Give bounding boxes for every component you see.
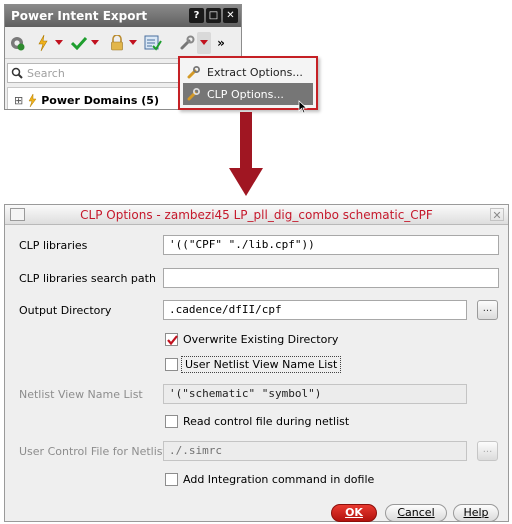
netlist-view-name-list-label: Netlist View Name List xyxy=(19,388,143,401)
check-icon xyxy=(167,335,178,346)
checkbox-box[interactable] xyxy=(165,358,178,371)
checkbox-box[interactable] xyxy=(165,415,178,428)
wrench-dropdown-icon[interactable] xyxy=(197,31,211,54)
search-placeholder: Search xyxy=(27,66,65,80)
help-button-label: Help xyxy=(463,506,489,519)
clp-search-path-label: CLP libraries search path xyxy=(19,272,156,285)
tree-item-power-domains[interactable]: Power Domains (5) xyxy=(41,94,159,107)
close-icon[interactable]: ✕ xyxy=(490,208,504,222)
cancel-button-label: Cancel xyxy=(397,506,435,519)
checkmark-icon[interactable] xyxy=(69,32,89,54)
output-directory-field[interactable]: .cadence/dfII/cpf xyxy=(163,300,467,320)
menu-item-label: CLP Options... xyxy=(207,87,284,101)
wrench-icon[interactable] xyxy=(177,32,197,54)
down-arrow-icon xyxy=(229,112,263,196)
options-dropdown-menu: Extract Options... CLP Options... xyxy=(178,56,318,110)
clp-libraries-label: CLP libraries xyxy=(19,239,88,252)
wrench-icon xyxy=(187,66,200,79)
tree-expander-icon[interactable]: ⊞ xyxy=(14,94,23,107)
dialog-title-bar: CLP Options - zambezi45 LP_pll_dig_combo… xyxy=(5,205,508,225)
output-directory-label: Output Directory xyxy=(19,304,112,317)
check-dropdown-icon[interactable] xyxy=(89,32,101,54)
toolbar-overflow-icon[interactable]: » xyxy=(215,32,227,54)
checkbox-label: Read control file during netlist xyxy=(183,415,350,428)
user-netlist-view-checkbox[interactable]: User Netlist View Name List xyxy=(165,356,342,373)
checkbox-box[interactable] xyxy=(165,473,178,486)
restore-window-button[interactable]: □ xyxy=(206,8,221,23)
user-control-file-browse-button[interactable]: ... xyxy=(477,441,498,461)
export-list-icon[interactable] xyxy=(143,32,163,54)
dialog-title: CLP Options - zambezi45 LP_pll_dig_combo… xyxy=(80,208,433,222)
cancel-button[interactable]: Cancel xyxy=(385,504,447,522)
lightning-dropdown-icon[interactable] xyxy=(53,32,65,54)
menu-item-label: Extract Options... xyxy=(207,65,303,79)
overwrite-directory-checkbox[interactable]: Overwrite Existing Directory xyxy=(165,333,338,346)
settings-gear-icon[interactable] xyxy=(7,32,27,54)
mouse-cursor-icon xyxy=(298,100,308,114)
user-control-file-field[interactable]: ./.simrc xyxy=(163,441,467,461)
lock-icon[interactable] xyxy=(107,32,127,54)
clp-search-path-field[interactable] xyxy=(163,268,499,288)
lock-dropdown-icon[interactable] xyxy=(127,32,139,54)
read-control-file-checkbox[interactable]: Read control file during netlist xyxy=(165,415,349,428)
user-control-file-label: User Control File for Netlist xyxy=(19,445,167,458)
panel-title: Power Intent Export xyxy=(11,9,148,23)
help-button[interactable]: Help xyxy=(453,504,499,522)
checkbox-label: Overwrite Existing Directory xyxy=(183,333,339,346)
search-icon xyxy=(11,67,23,79)
add-integration-checkbox[interactable]: Add Integration command in dofile xyxy=(165,473,374,486)
power-domain-icon xyxy=(28,94,37,107)
window-menu-icon[interactable] xyxy=(10,208,25,221)
netlist-view-name-list-field[interactable]: '("schematic" "symbol") xyxy=(163,384,467,404)
menu-item-extract-options[interactable]: Extract Options... xyxy=(183,61,313,83)
close-window-button[interactable]: ✕ xyxy=(223,8,238,23)
help-window-button[interactable]: ? xyxy=(189,8,204,23)
checkbox-label: User Netlist View Name List xyxy=(180,356,342,373)
output-directory-browse-button[interactable]: ... xyxy=(477,300,498,320)
ok-button[interactable]: OK xyxy=(331,504,377,522)
lightning-icon[interactable] xyxy=(33,32,53,54)
panel-title-bar: Power Intent Export ? □ ✕ xyxy=(5,5,241,27)
ok-button-label: OK xyxy=(345,506,363,519)
panel-toolbar: » xyxy=(5,27,241,59)
checkbox-label: Add Integration command in dofile xyxy=(183,473,375,486)
clp-libraries-field[interactable]: '(("CPF" "./lib.cpf")) xyxy=(163,235,499,255)
clp-options-dialog: CLP Options - zambezi45 LP_pll_dig_combo… xyxy=(4,204,509,522)
checkbox-box[interactable] xyxy=(165,333,178,346)
wrench-icon xyxy=(187,88,200,101)
menu-item-clp-options[interactable]: CLP Options... xyxy=(183,83,313,105)
